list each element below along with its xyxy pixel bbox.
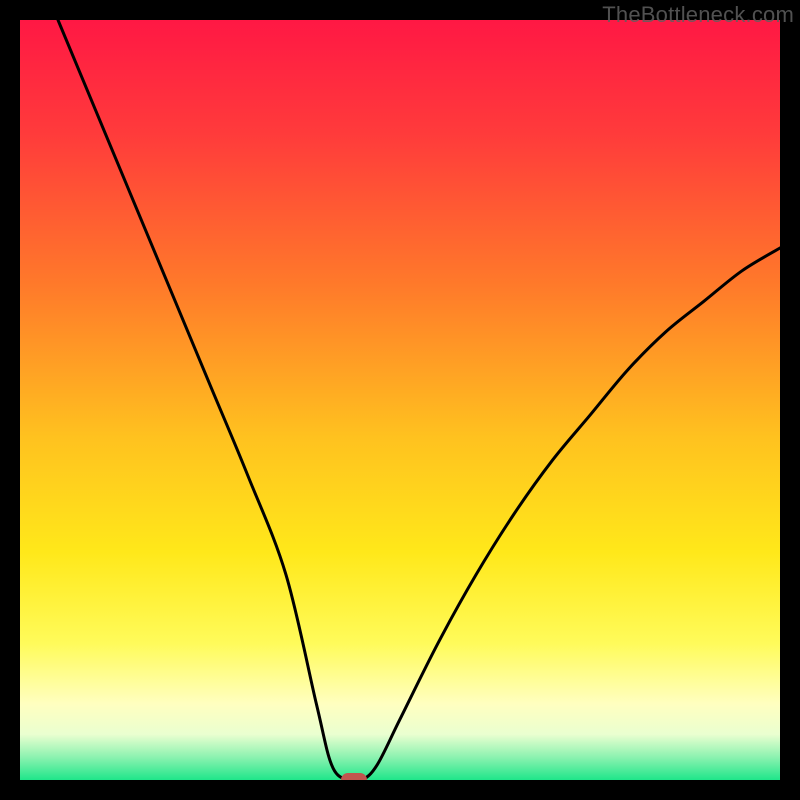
bottleneck-curve — [20, 20, 780, 780]
watermark-text: TheBottleneck.com — [602, 2, 794, 28]
optimal-marker — [341, 773, 367, 780]
chart-frame: TheBottleneck.com — [0, 0, 800, 800]
plot-area — [20, 20, 780, 780]
